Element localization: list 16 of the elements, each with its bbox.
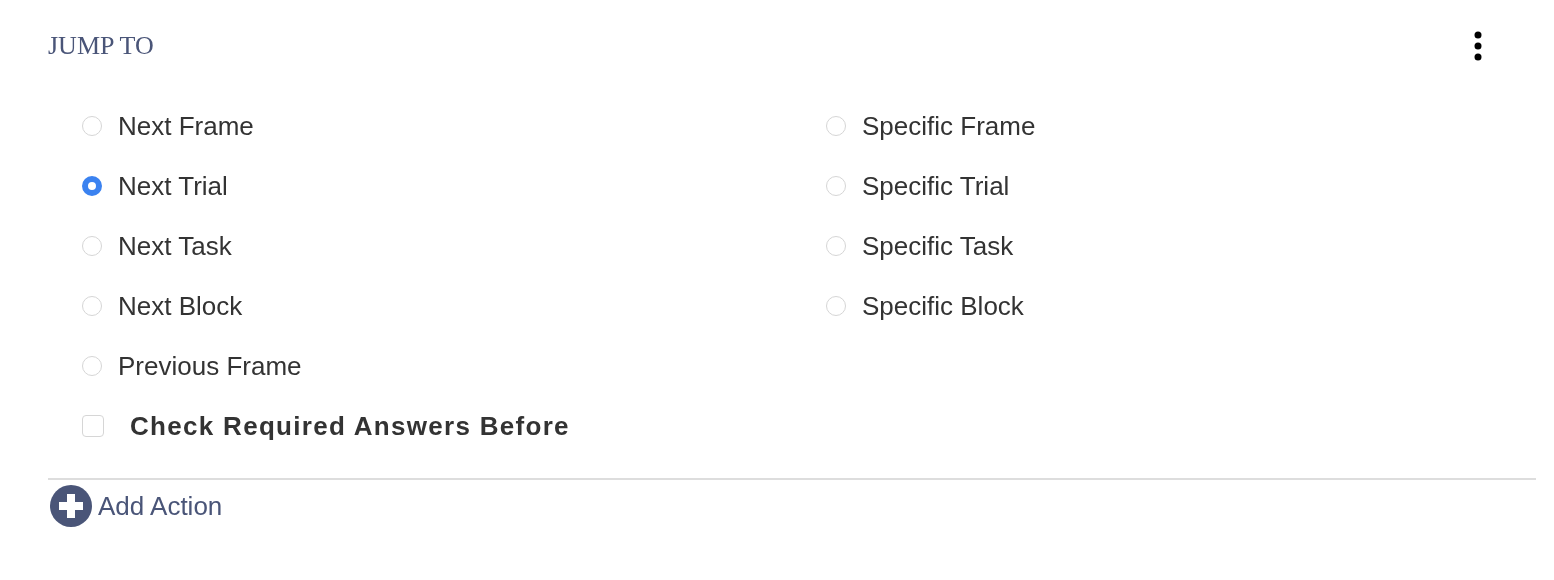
checkbox-label[interactable]: Check Required Answers Before bbox=[130, 410, 570, 442]
section-title: JUMP TO bbox=[48, 31, 154, 61]
more-menu-icon[interactable] bbox=[1474, 31, 1482, 61]
option-label[interactable]: Specific Frame bbox=[862, 110, 1036, 142]
option-label[interactable]: Previous Frame bbox=[118, 350, 302, 382]
option-label[interactable]: Next Block bbox=[118, 290, 243, 322]
option-label[interactable]: Specific Trial bbox=[862, 170, 1010, 202]
option-label[interactable]: Next Frame bbox=[118, 110, 254, 142]
option-label[interactable]: Next Trial bbox=[118, 170, 228, 202]
option-label[interactable]: Specific Task bbox=[862, 230, 1014, 262]
checkbox[interactable] bbox=[82, 415, 104, 437]
radio-button[interactable] bbox=[82, 176, 102, 196]
option-label[interactable]: Specific Block bbox=[862, 290, 1024, 322]
option-label[interactable]: Next Task bbox=[118, 230, 232, 262]
add-action-link[interactable]: Add Action bbox=[98, 490, 223, 522]
plus-circle-icon[interactable] bbox=[50, 485, 92, 527]
